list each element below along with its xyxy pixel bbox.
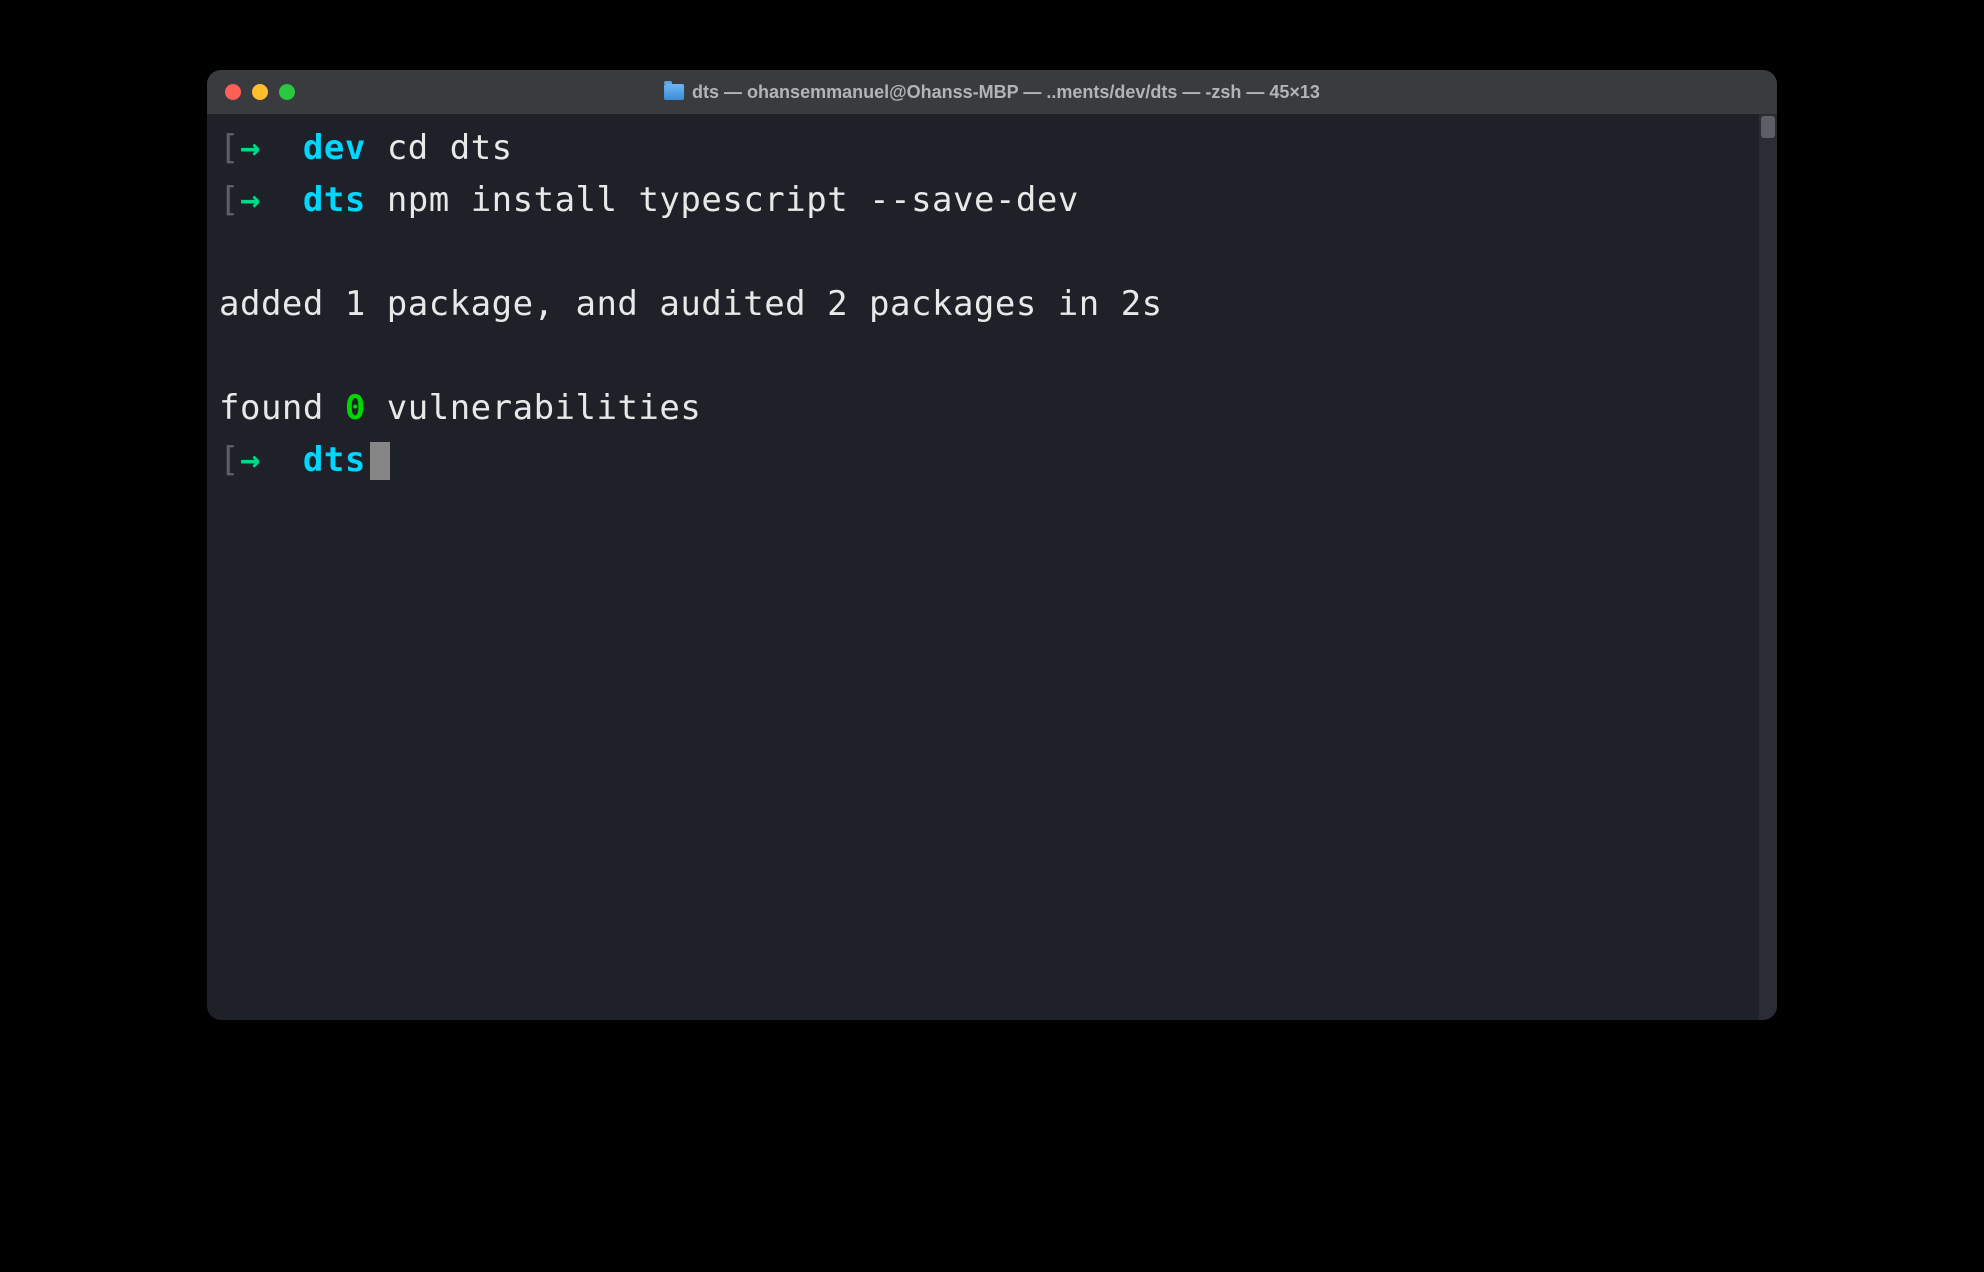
command-text: cd dts	[387, 128, 513, 168]
output-line: added 1 package, and audited 2 packages …	[219, 278, 1765, 330]
bracket-open: [	[219, 128, 240, 168]
maximize-button[interactable]	[279, 84, 295, 100]
prompt-dir: dts	[303, 180, 366, 220]
vuln-prefix: found	[219, 388, 345, 428]
scrollbar-track[interactable]	[1759, 114, 1777, 1020]
terminal-line: [→ dev cd dts	[219, 122, 1765, 174]
titlebar[interactable]: dts — ohansemmanuel@Ohanss-MBP — ..ments…	[207, 70, 1777, 114]
terminal-line: [→ dts npm install typescript --save-dev	[219, 174, 1765, 226]
traffic-lights	[225, 84, 295, 100]
terminal-body[interactable]: [→ dev cd dts [→ dts npm install typescr…	[207, 114, 1777, 1020]
window-title: dts — ohansemmanuel@Ohanss-MBP — ..ments…	[664, 82, 1320, 103]
vuln-count: 0	[345, 388, 366, 428]
prompt-arrow-icon: →	[240, 440, 261, 480]
blank-line	[219, 330, 1765, 382]
folder-icon	[664, 84, 684, 100]
vuln-suffix: vulnerabilities	[366, 388, 702, 428]
prompt-dir: dev	[303, 128, 366, 168]
prompt-dir: dts	[303, 440, 366, 480]
title-text: dts — ohansemmanuel@Ohanss-MBP — ..ments…	[692, 82, 1320, 103]
prompt-arrow-icon: →	[240, 128, 261, 168]
cursor	[370, 442, 390, 480]
output-line: found 0 vulnerabilities	[219, 382, 1765, 434]
command-text: npm install typescript --save-dev	[387, 180, 1079, 220]
terminal-line: [→ dts	[219, 434, 1765, 486]
scrollbar-thumb[interactable]	[1761, 116, 1775, 138]
bracket-open: [	[219, 180, 240, 220]
bracket-open: [	[219, 440, 240, 480]
close-button[interactable]	[225, 84, 241, 100]
terminal-window: dts — ohansemmanuel@Ohanss-MBP — ..ments…	[207, 70, 1777, 1020]
blank-line	[219, 226, 1765, 278]
minimize-button[interactable]	[252, 84, 268, 100]
prompt-arrow-icon: →	[240, 180, 261, 220]
